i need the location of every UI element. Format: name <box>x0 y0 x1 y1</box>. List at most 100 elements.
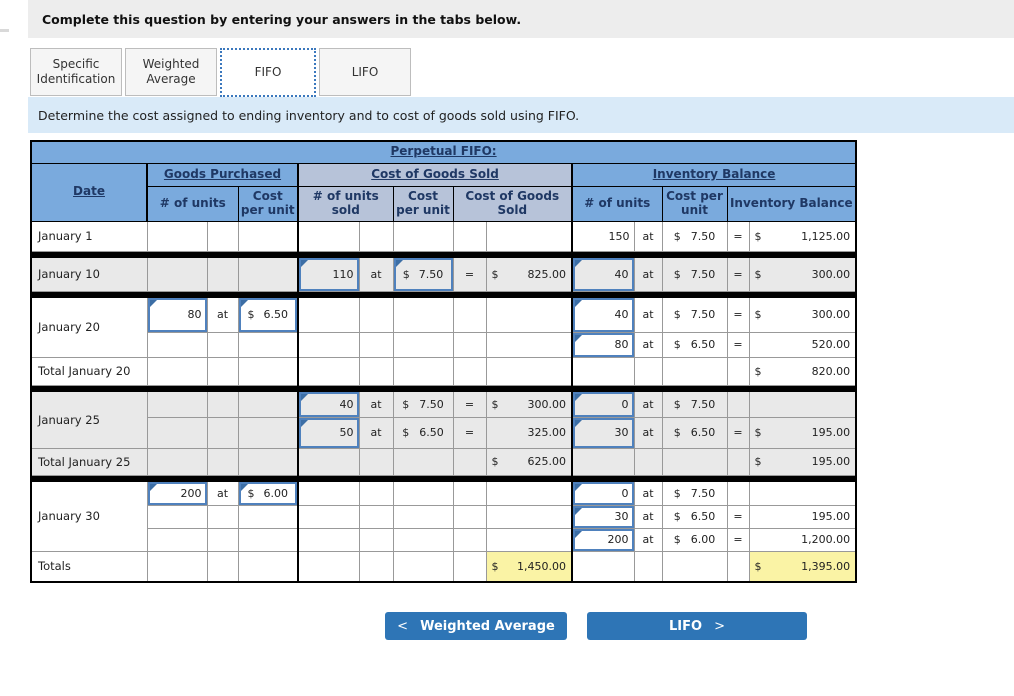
jan30-inv-units-input-2[interactable]: 30 <box>571 504 635 529</box>
jan10-units-sold-input[interactable]: 110 <box>297 256 360 292</box>
dollar-sign: $ <box>754 364 762 378</box>
col-header-date: Date <box>30 162 148 222</box>
empty-cell <box>661 356 728 386</box>
empty-cell <box>146 550 208 583</box>
at-label: at <box>206 296 239 333</box>
jan20-inv-value-1: $300.00 <box>748 296 857 333</box>
jan10-inv-cost: $7.50 <box>661 256 728 292</box>
empty-cell <box>392 447 454 476</box>
empty-cell <box>206 550 239 583</box>
equals-label: = <box>726 504 750 529</box>
at-label: at <box>358 390 394 418</box>
instruction-text: Determine the cost assigned to ending in… <box>38 107 580 123</box>
empty-cell <box>485 504 573 529</box>
empty-cell <box>297 356 360 386</box>
empty-cell <box>392 480 454 506</box>
empty-cell <box>392 356 454 386</box>
dollar-sign: $ <box>754 267 762 281</box>
row-jan20-1: January 20 80 at $6.50 40 at $7.50 = $30… <box>30 296 857 358</box>
jan25-cogs-cost-1: $7.50 <box>392 390 454 418</box>
jan30-inv-cost-3: $6.00 <box>661 527 728 552</box>
next-tab-label: LIFO <box>669 618 703 634</box>
tab-weighted-average[interactable]: Weighted Average <box>125 48 217 96</box>
empty-cell <box>452 480 487 506</box>
empty-cell <box>392 220 454 252</box>
jan20-inv-units-input-2[interactable]: 80 <box>571 331 635 358</box>
total-jan25-inv-value: $195.00 <box>748 447 857 476</box>
empty-cell <box>237 504 299 529</box>
jan25-units-sold-input-1[interactable]: 40 <box>297 390 360 418</box>
jan25-inv-cost-1: $7.50 <box>661 390 728 418</box>
dollar-sign: $ <box>402 267 410 281</box>
jan20-gp-cost-input[interactable]: $6.50 <box>237 296 299 333</box>
empty-cell <box>633 356 663 386</box>
empty-cell <box>661 447 728 476</box>
dollar-sign: $ <box>402 397 410 411</box>
dollar-sign: $ <box>673 308 681 321</box>
empty-cell <box>452 550 487 583</box>
at-label: at <box>358 416 394 449</box>
jan30-gp-units-input[interactable]: 200 <box>146 480 208 506</box>
jan20-inv-units-input-1[interactable]: 40 <box>571 296 635 333</box>
empty-cell <box>485 356 573 386</box>
jan25-inv-units-input-2[interactable]: 30 <box>571 416 635 449</box>
empty-cell <box>358 504 394 529</box>
empty-cell <box>726 390 750 418</box>
jan30-inv-units-input-1[interactable]: 0 <box>571 480 635 506</box>
tab-specific-identification[interactable]: Specific Identification <box>30 48 122 96</box>
empty-cell <box>748 480 857 506</box>
tab-lifo[interactable]: LIFO <box>319 48 411 96</box>
empty-cell <box>726 447 750 476</box>
jan30-gp-cost-input[interactable]: $6.00 <box>237 480 299 506</box>
jan20-gp-units-input[interactable]: 80 <box>146 296 208 333</box>
at-label: at <box>633 527 663 552</box>
empty-cell <box>206 447 239 476</box>
dollar-sign: $ <box>247 486 255 500</box>
empty-cell <box>392 504 454 529</box>
empty-cell <box>297 296 360 333</box>
jan25-inv-units-input-1[interactable]: 0 <box>571 390 635 418</box>
dollar-sign: $ <box>402 426 410 439</box>
empty-cell <box>452 220 487 252</box>
empty-cell <box>452 527 487 552</box>
at-label: at <box>358 256 394 292</box>
at-label: at <box>633 480 663 506</box>
jan25-cogs-value-2: 325.00 <box>485 416 573 449</box>
totals-cogs-value: $1,450.00 <box>485 550 573 583</box>
jan1-inv-cost: $7.50 <box>661 220 728 252</box>
empty-cell <box>726 550 750 583</box>
empty-cell <box>726 356 750 386</box>
empty-cell <box>146 356 208 386</box>
empty-cell <box>237 331 299 358</box>
empty-cell <box>297 550 360 583</box>
at-label: at <box>633 331 663 358</box>
empty-cell <box>146 504 208 529</box>
empty-cell <box>661 550 728 583</box>
jan25-units-sold-input-2[interactable]: 50 <box>297 416 360 449</box>
empty-cell <box>146 331 208 358</box>
dollar-sign: $ <box>491 267 499 281</box>
empty-cell <box>237 416 299 449</box>
empty-cell <box>237 256 299 292</box>
dollar-sign: $ <box>754 455 762 468</box>
row-label-jan30: January 30 <box>30 480 148 552</box>
jan10-cogs-cost-input[interactable]: $7.50 <box>392 256 454 292</box>
at-label: at <box>633 416 663 449</box>
next-tab-button[interactable]: LIFO > <box>587 612 807 640</box>
empty-cell <box>485 527 573 552</box>
prev-tab-button[interactable]: < Weighted Average <box>385 612 567 640</box>
empty-cell <box>485 480 573 506</box>
subheader-cogs-units: # of units sold <box>297 185 394 222</box>
jan30-inv-units-input-3[interactable]: 200 <box>571 527 635 552</box>
subheader-inv-value: Inventory Balance <box>726 185 857 222</box>
dollar-sign: $ <box>247 308 255 321</box>
jan10-inv-units-input[interactable]: 40 <box>571 256 635 292</box>
empty-cell <box>358 296 394 333</box>
empty-cell <box>748 390 857 418</box>
dollar-sign: $ <box>673 267 681 281</box>
tab-fifo[interactable]: FIFO <box>220 48 316 97</box>
empty-cell <box>571 356 635 386</box>
empty-cell <box>297 331 360 358</box>
jan30-inv-cost-1: $7.50 <box>661 480 728 506</box>
empty-cell <box>206 504 239 529</box>
